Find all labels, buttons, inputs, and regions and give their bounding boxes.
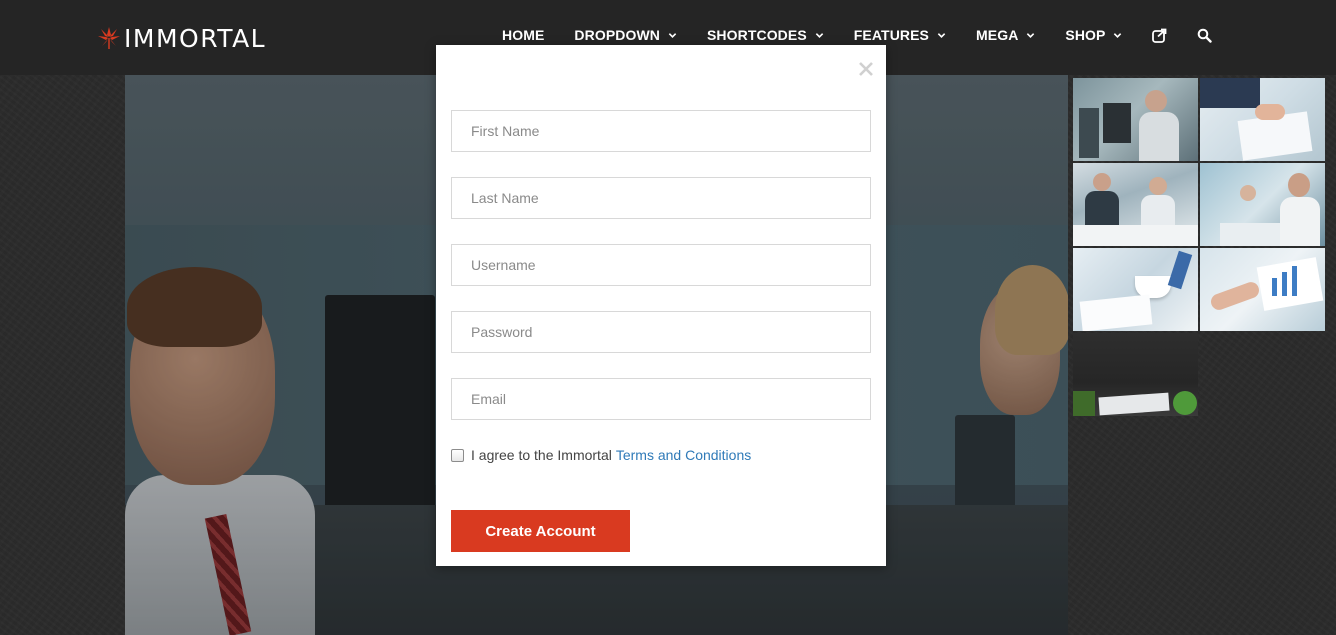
- username-field[interactable]: [451, 244, 871, 286]
- nav-item-mega[interactable]: MEGA: [976, 27, 1035, 43]
- thumbnail-gallery: [1073, 78, 1326, 416]
- gallery-thumbnail[interactable]: [1200, 163, 1325, 246]
- nav-item-shop[interactable]: SHOP: [1065, 27, 1122, 43]
- search-icon[interactable]: [1197, 28, 1213, 43]
- site-logo[interactable]: IMMORTAL: [96, 23, 267, 53]
- nav-item-features[interactable]: FEATURES: [854, 27, 946, 43]
- first-name-field[interactable]: [451, 110, 871, 152]
- gallery-thumbnail[interactable]: [1200, 78, 1325, 161]
- email-field[interactable]: [451, 378, 871, 420]
- terms-checkbox[interactable]: [451, 448, 464, 462]
- nav-item-label: SHORTCODES: [706, 27, 807, 43]
- nav-item-shortcodes[interactable]: SHORTCODES: [707, 27, 824, 43]
- register-modal: I agree to the Immortal Terms and Condit…: [436, 45, 886, 566]
- chevron-down-icon: [815, 32, 824, 38]
- create-account-button[interactable]: Create Account: [451, 510, 630, 552]
- gallery-thumbnail[interactable]: [1073, 333, 1198, 416]
- nav-item-label: FEATURES: [853, 27, 929, 43]
- gallery-thumbnail[interactable]: [1073, 78, 1198, 161]
- password-field[interactable]: [451, 311, 871, 353]
- external-share-icon[interactable]: [1152, 28, 1167, 43]
- last-name-field[interactable]: [451, 177, 871, 219]
- nav-item-label: SHOP: [1065, 27, 1106, 43]
- nav-item-label: DROPDOWN: [574, 27, 660, 43]
- nav-item-label: HOME: [502, 27, 545, 43]
- terms-agreement: I agree to the Immortal Terms and Condit…: [451, 447, 751, 463]
- brand-name: IMMORTAL: [124, 23, 267, 53]
- nav-item-label: MEGA: [976, 27, 1019, 43]
- chevron-down-icon: [1027, 32, 1035, 38]
- gallery-thumbnail[interactable]: [1073, 248, 1198, 331]
- leaf-logo-icon: [98, 27, 120, 49]
- terms-agree-text: I agree to the Immortal: [471, 447, 612, 463]
- gallery-thumbnail[interactable]: [1073, 163, 1198, 246]
- nav-item-home[interactable]: HOME: [502, 27, 544, 43]
- close-icon[interactable]: [857, 60, 875, 78]
- main-nav: HOME DROPDOWN SHORTCODES FEATURES MEGA S…: [502, 26, 1213, 44]
- chevron-down-icon: [1114, 32, 1122, 38]
- terms-link[interactable]: Terms and Conditions: [616, 447, 751, 463]
- nav-item-dropdown[interactable]: DROPDOWN: [574, 27, 677, 43]
- chevron-down-icon: [668, 32, 677, 38]
- chevron-down-icon: [937, 32, 946, 38]
- gallery-thumbnail[interactable]: [1200, 248, 1325, 331]
